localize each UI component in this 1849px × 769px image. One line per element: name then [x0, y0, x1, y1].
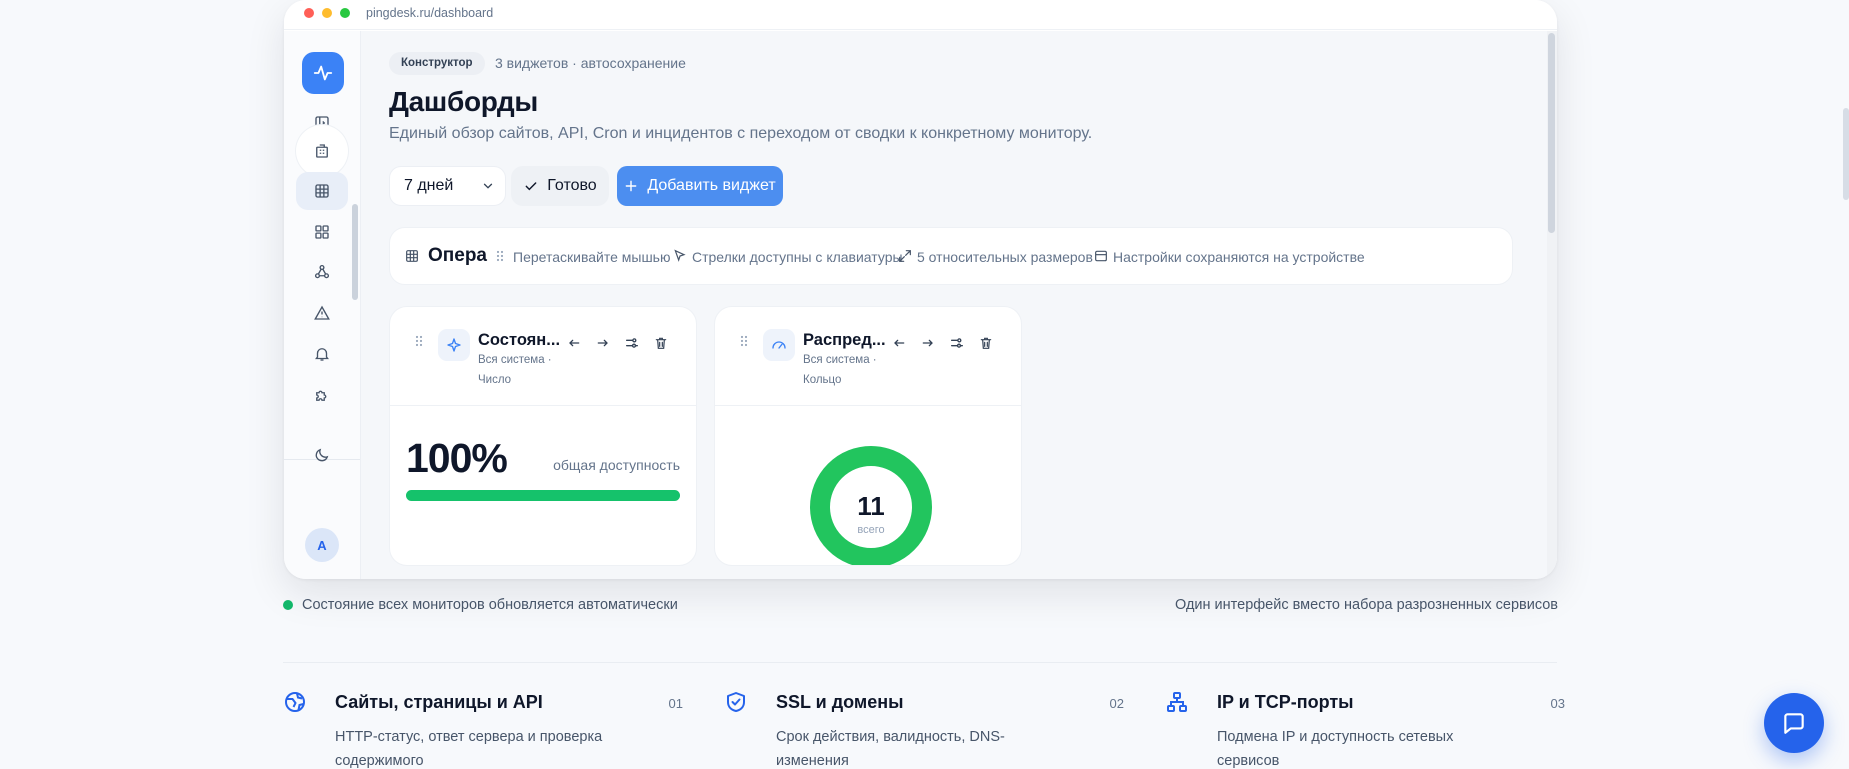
arrow-left-icon[interactable]	[891, 335, 907, 351]
hint-keyboard: Стрелки доступны с клавиатуры	[692, 249, 903, 265]
address-url[interactable]: pingdesk.ru/dashboard	[366, 6, 493, 20]
hint-storage: Настройки сохраняются на устройстве	[1113, 249, 1365, 265]
hint-sizes: 5 относительных размеров	[917, 249, 1093, 265]
section-divider	[283, 662, 1557, 663]
grid-icon	[406, 250, 418, 262]
feature-description: Срок действия, валидность, DNS-изменения	[776, 729, 1005, 769]
shield-check-icon	[727, 692, 745, 712]
window-maximize-dot[interactable]	[340, 8, 350, 18]
widget-title: Состоян...	[478, 331, 561, 349]
feature-title: SSL и домены	[776, 692, 904, 712]
status-auto-update: Состояние всех мониторов обновляется авт…	[283, 597, 678, 613]
arrow-right-icon[interactable]	[920, 335, 936, 351]
trash-icon[interactable]	[978, 335, 994, 351]
chevron-down-icon	[483, 183, 493, 189]
page-title: Дашборды	[389, 86, 538, 117]
resize-icon	[899, 250, 911, 262]
moon-icon[interactable]	[296, 436, 348, 474]
widget-actions	[566, 335, 669, 351]
ring-chart: 11 всего	[810, 446, 932, 565]
period-select[interactable]: 7 дней	[389, 166, 506, 206]
period-value: 7 дней	[404, 177, 454, 194]
widget-header: Распред... Вся система · Кольцо	[715, 307, 1021, 406]
avatar[interactable]: A	[305, 528, 339, 562]
widget-kind: Кольцо	[803, 374, 842, 386]
building-icon[interactable]	[296, 125, 348, 177]
pulse-logo-icon[interactable]	[302, 52, 344, 94]
cursor-icon	[674, 249, 686, 262]
sidebar: A	[284, 31, 361, 579]
add-widget-label: Добавить виджет	[647, 177, 776, 194]
gauge-icon	[763, 329, 795, 361]
widgets-icon[interactable]	[296, 213, 348, 251]
main-content: Конструктор 3 виджетов · автосохранение …	[361, 31, 1557, 579]
plus-icon	[625, 180, 637, 192]
sparkle-icon	[438, 329, 470, 361]
chat-button[interactable]	[1764, 693, 1824, 753]
availability-caption: общая доступность	[553, 457, 680, 473]
ring-total-value: 11	[857, 491, 885, 521]
status-dot	[283, 600, 293, 610]
page-scrollbar[interactable]	[1843, 108, 1849, 200]
feature-description: Подмена IP и доступность сетевых сервисо…	[1217, 729, 1454, 769]
drag-handle-icon[interactable]	[414, 333, 424, 349]
feature-title: IP и TCP-порты	[1217, 692, 1354, 712]
add-widget-button[interactable]: Добавить виджет	[617, 166, 783, 206]
bell-icon[interactable]	[296, 335, 348, 373]
builder-chip: Конструктор	[389, 52, 485, 75]
feature-description: HTTP-статус, ответ сервера и проверка со…	[335, 729, 603, 769]
alert-triangle-icon[interactable]	[296, 294, 348, 332]
puzzle-icon[interactable]	[296, 376, 348, 414]
widget-scope: Вся система ·	[478, 354, 552, 366]
network-icon	[1167, 692, 1187, 712]
widgets-meta: 3 виджетов · автосохранение	[495, 55, 686, 71]
status-left-text: Состояние всех мониторов обновляется авт…	[302, 597, 678, 613]
app-shell: A Конструктор 3 виджетов · автосохранени…	[284, 31, 1557, 579]
status-single-interface: Один интерфейс вместо набора разрозненны…	[1174, 597, 1558, 613]
feature-number: 01	[668, 696, 683, 711]
feature-number: 03	[1550, 696, 1565, 711]
storage-icon	[1095, 250, 1107, 262]
availability-bar-fill	[406, 490, 680, 501]
drag-handle-icon	[496, 250, 504, 262]
layout-toolbar: Опера Перетаскивайте мышью Стрелки досту…	[389, 227, 1513, 285]
main-scrollbar-thumb[interactable]	[1548, 33, 1555, 233]
widget-distribution[interactable]: Распред... Вся система · Кольцо 11 всего	[714, 306, 1022, 566]
widget-title: Распред...	[803, 331, 886, 349]
window-close-dot[interactable]	[304, 8, 314, 18]
widget-status[interactable]: Состоян... Вся система · Число 100% обща…	[389, 306, 697, 566]
arrow-right-icon[interactable]	[595, 335, 611, 351]
sidebar-scrollbar[interactable]	[352, 204, 358, 300]
widget-scope: Вся система ·	[803, 354, 877, 366]
hint-drag: Перетаскивайте мышью	[513, 249, 671, 265]
availability-value: 100%	[406, 435, 508, 481]
feature-number: 02	[1109, 696, 1124, 711]
browser-window: pingdesk.ru/dashboard A Конструктор 3 ви…	[284, 0, 1557, 579]
globe-icon	[285, 692, 305, 712]
availability-bar	[406, 490, 680, 501]
settings-sliders-icon[interactable]	[624, 335, 640, 351]
main-scrollbar[interactable]	[1547, 31, 1557, 579]
webhook-icon[interactable]	[296, 253, 348, 291]
feature-title: Сайты, страницы и API	[335, 692, 543, 712]
window-minimize-dot[interactable]	[322, 8, 332, 18]
widget-actions	[891, 335, 994, 351]
done-button[interactable]: Готово	[511, 166, 609, 206]
grid-icon[interactable]	[296, 172, 348, 210]
drag-handle-icon[interactable]	[739, 333, 749, 349]
widget-kind: Число	[478, 374, 512, 386]
browser-bar: pingdesk.ru/dashboard	[284, 0, 1557, 30]
ring-total-caption: всего	[857, 524, 884, 536]
settings-sliders-icon[interactable]	[949, 335, 965, 351]
check-icon	[525, 182, 537, 191]
widget-header: Состоян... Вся система · Число	[390, 307, 696, 406]
chat-bubble-icon	[1784, 713, 1804, 734]
page-subtitle: Единый обзор сайтов, API, Cron и инциден…	[389, 125, 1093, 142]
arrow-left-icon[interactable]	[566, 335, 582, 351]
layout-title: Опера	[428, 245, 487, 266]
trash-icon[interactable]	[653, 335, 669, 351]
done-button-label: Готово	[547, 177, 597, 194]
